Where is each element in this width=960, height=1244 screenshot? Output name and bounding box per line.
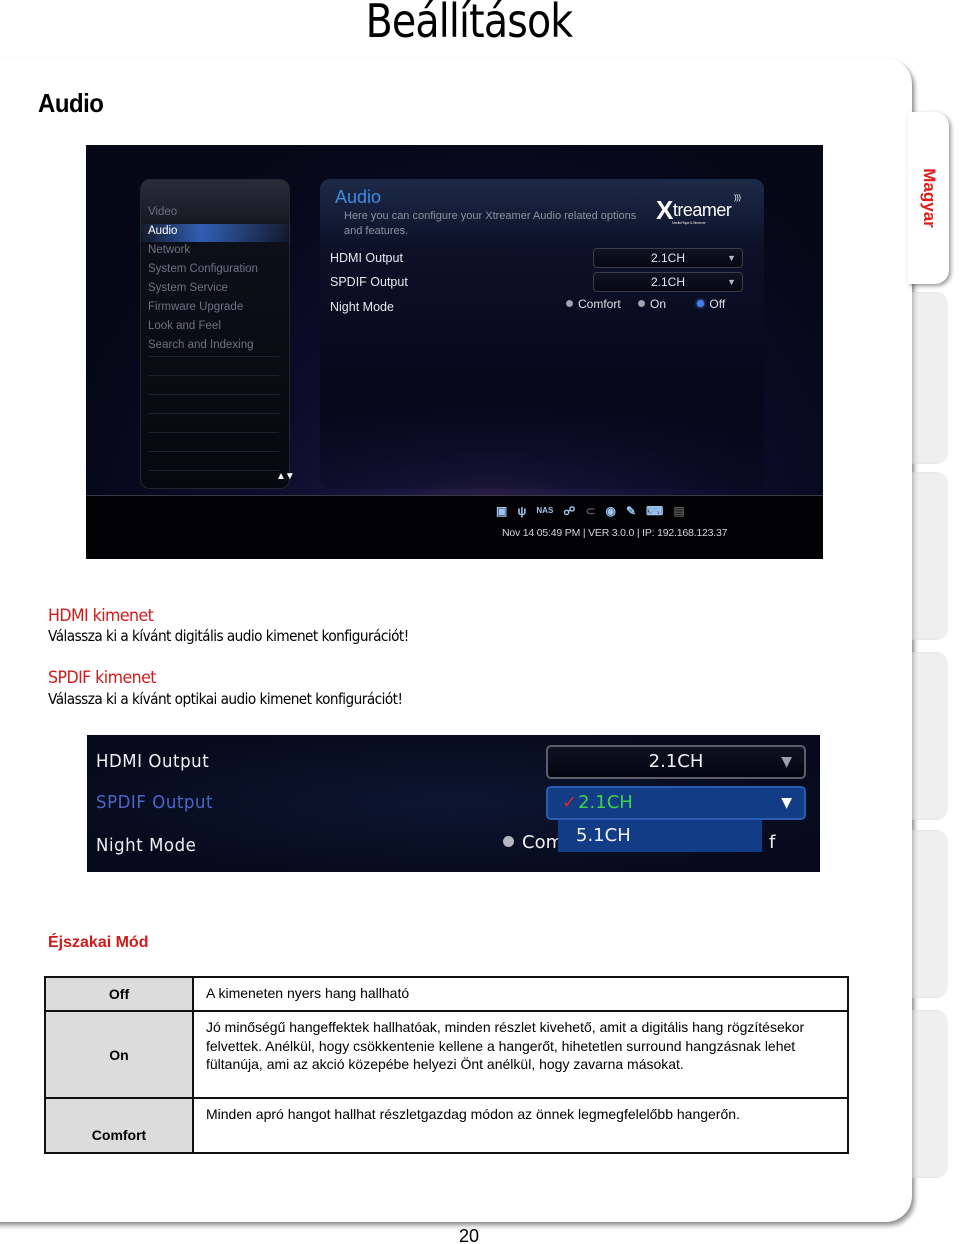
table-row: Comfort Minden apró hangot hallhat részl… bbox=[44, 1097, 849, 1154]
wireless-keyboard-icon: ⌨ bbox=[646, 504, 664, 518]
chevron-down-icon: ▼ bbox=[727, 253, 736, 263]
settings-menu: Video Audio Network System Configuration… bbox=[140, 179, 291, 489]
description-cell: A kimeneten nyers hang hallható bbox=[192, 976, 849, 1012]
menu-divider bbox=[149, 451, 279, 452]
side-tab-language[interactable]: Magyar bbox=[908, 112, 949, 284]
language-tab-label: Magyar bbox=[919, 168, 939, 228]
spdif-output-select[interactable]: 2.1CH ▼ bbox=[593, 272, 743, 292]
usb-stick-icon: ✎ bbox=[625, 504, 637, 518]
mode-cell: Comfort bbox=[44, 1097, 194, 1154]
hdd-icon: ▣ bbox=[496, 504, 508, 518]
sd-card-icon: ▤ bbox=[673, 504, 685, 518]
night-mode-radio-group: Comfort On Off bbox=[566, 297, 739, 311]
menu-scroll-arrows-icon[interactable]: ▲▼ bbox=[276, 471, 295, 482]
menu-divider bbox=[149, 356, 279, 357]
description-cell: Minden apró hangot hallhat részletgazdag… bbox=[192, 1097, 849, 1154]
wifi-icon: ))) bbox=[734, 193, 741, 202]
spdif-output-label: SPDIF Output bbox=[330, 275, 408, 289]
panel-description: Here you can configure your Xtreamer Aud… bbox=[344, 210, 637, 237]
menu-divider bbox=[149, 432, 279, 433]
chevron-down-icon: ▼ bbox=[781, 754, 792, 770]
hdmi-description: Válassza ki a kívánt digitális audio kim… bbox=[48, 627, 409, 645]
status-text: Nov 14 05:49 PM | VER 3.0.0 | IP: 192.16… bbox=[502, 527, 728, 539]
menu-item-system-service[interactable]: System Service bbox=[148, 282, 228, 294]
spdif-output-label: SPDIF Output bbox=[96, 792, 214, 813]
side-tab-6[interactable] bbox=[912, 830, 948, 998]
menu-item-audio[interactable]: Audio bbox=[148, 225, 177, 237]
night-mode-off-radio-partial[interactable]: f bbox=[769, 832, 775, 853]
night-mode-comfort-radio[interactable]: Com bbox=[503, 832, 563, 853]
menu-item-video[interactable]: Video bbox=[148, 206, 177, 218]
night-mode-table: Off A kimeneten nyers hang hallható On J… bbox=[44, 976, 849, 1154]
spdif-description: Válassza ki a kívánt optikai audio kimen… bbox=[48, 690, 403, 708]
spdif-dropdown-screenshot: HDMI Output 2.1CH ▼ SPDIF Output ✓2.1CH … bbox=[87, 735, 820, 872]
menu-item-firmware-upgrade[interactable]: Firmware Upgrade bbox=[148, 301, 243, 313]
menu-item-look-and-feel[interactable]: Look and Feel bbox=[148, 320, 221, 332]
status-icons: ▣ ψ NAS ☍ ⊂ ◉ ✎ ⌨ ▤ bbox=[496, 503, 685, 519]
menu-divider bbox=[149, 394, 279, 395]
menu-item-network[interactable]: Network bbox=[148, 244, 190, 256]
page-number: 20 bbox=[459, 1226, 480, 1244]
menu-divider bbox=[149, 470, 279, 471]
description-cell: Jó minőségű hangeffektek hallhatóak, min… bbox=[192, 1010, 849, 1099]
usb-icon: ψ bbox=[517, 504, 527, 518]
nas-icon: NAS bbox=[536, 506, 554, 515]
menu-item-system-configuration[interactable]: System Configuration bbox=[148, 263, 258, 275]
night-mode-label: Night Mode bbox=[96, 835, 197, 856]
side-tab-7[interactable] bbox=[912, 1010, 948, 1178]
hdmi-heading: HDMI kimenet bbox=[48, 606, 154, 626]
menu-item-search-and-indexing[interactable]: Search and Indexing bbox=[148, 339, 254, 351]
night-mode-comfort-radio[interactable]: Comfort bbox=[566, 297, 621, 311]
xtreamer-logo: Xtreamer ))) Media Player & Streamer bbox=[656, 193, 741, 225]
hdmi-output-label: HDMI Output bbox=[330, 251, 403, 265]
link-icon: ⊂ bbox=[585, 504, 596, 518]
radio-dot-icon bbox=[566, 300, 573, 307]
side-tab-5[interactable] bbox=[912, 652, 948, 820]
mode-cell: Off bbox=[44, 976, 194, 1012]
globe-icon: ◉ bbox=[605, 504, 616, 518]
audio-settings-panel: Audio Here you can configure your Xtream… bbox=[320, 179, 764, 489]
hdmi-output-select[interactable]: 2.1CH ▼ bbox=[546, 745, 806, 779]
table-row: Off A kimeneten nyers hang hallható bbox=[44, 976, 849, 1012]
radio-dot-selected-icon bbox=[697, 300, 705, 307]
night-mode-on-radio[interactable]: On bbox=[638, 297, 666, 311]
radio-dot-icon bbox=[638, 300, 646, 307]
menu-divider bbox=[149, 375, 279, 376]
checkmark-icon: ✓ bbox=[562, 792, 578, 813]
night-mode-off-radio[interactable]: Off bbox=[697, 297, 725, 311]
side-tab-4[interactable] bbox=[912, 472, 948, 640]
menu-divider bbox=[149, 413, 279, 414]
night-mode-heading: Éjszakai Mód bbox=[48, 934, 149, 951]
spdif-current-option: ✓2.1CH bbox=[562, 792, 633, 813]
section-heading: Audio bbox=[38, 88, 104, 118]
network-icon: ☍ bbox=[563, 504, 576, 518]
spdif-dropdown-option-5-1ch[interactable]: 5.1CH bbox=[558, 820, 762, 852]
chevron-down-icon: ▼ bbox=[727, 277, 736, 287]
mode-cell: On bbox=[44, 1010, 194, 1099]
page-title: Beállítások bbox=[365, 0, 574, 48]
hdmi-output-label: HDMI Output bbox=[96, 751, 210, 772]
table-row: On Jó minőségű hangeffektek hallhatóak, … bbox=[44, 1010, 849, 1099]
radio-dot-icon bbox=[503, 836, 514, 847]
panel-title: Audio bbox=[335, 187, 382, 207]
spdif-output-select[interactable]: ✓2.1CH ▼ bbox=[546, 786, 806, 820]
chevron-down-icon: ▼ bbox=[781, 795, 792, 811]
spdif-heading: SPDIF kimenet bbox=[48, 668, 156, 688]
night-mode-label: Night Mode bbox=[330, 300, 394, 314]
settings-screenshot: Video Audio Network System Configuration… bbox=[86, 145, 823, 559]
side-tab-3[interactable] bbox=[912, 292, 948, 464]
hdmi-output-select[interactable]: 2.1CH ▼ bbox=[593, 248, 743, 268]
